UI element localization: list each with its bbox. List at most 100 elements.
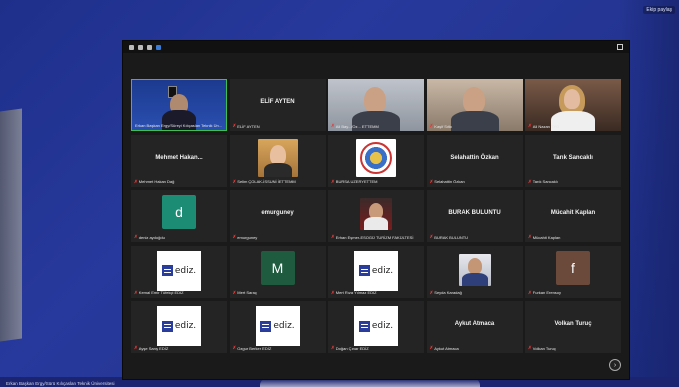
participant-name-label: Ozgur Berker EDİZ (237, 345, 272, 351)
mic-muted-icon: ✗ (331, 289, 335, 295)
participant-photo (360, 198, 392, 230)
participant-name-label: Doğan Çınar EDİZ (335, 345, 369, 351)
participant-tile[interactable]: ✗ Ali Nazan TYO (525, 79, 621, 131)
participant-photo (458, 253, 491, 286)
participant-label: ✗ deniz aydoğdu (134, 234, 165, 240)
participant-tile[interactable]: ✗ Erhan Eşmer-ESOGÜ TURİZM FAKÜLTESİ (328, 190, 424, 242)
participant-name-label: Kemal Emir Tüfekçi EDİZ (138, 290, 184, 295)
window-titlebar (123, 41, 629, 53)
participant-label: ✗ Mehmet Hakan Dağ (134, 179, 174, 185)
mic-muted-icon: ✗ (232, 234, 237, 239)
participant-label: ✗ Ozgur Berker EDİZ (233, 345, 272, 351)
participant-tile[interactable]: ediz. ✗ Doğan Çınar EDİZ (328, 301, 424, 353)
mic-muted-icon: ✗ (331, 123, 335, 128)
participant-tile[interactable]: emurguney ✗ emurguney (229, 190, 326, 242)
person-head (462, 87, 485, 113)
mic-muted-icon: ✗ (232, 289, 237, 295)
ediz-mark-icon (358, 320, 370, 332)
participant-tile[interactable]: Erkan Başkan Ergy/Süreyi Kılıçaslan Tekn… (131, 79, 227, 131)
participant-name-label: Erhan Eşmer-ESOGÜ TURİZM FAKÜLTESİ (335, 234, 414, 240)
participant-name-label: Kaşif Sıtkı (434, 123, 453, 129)
participant-label: ✗ Kemal Emir Tüfekçi EDİZ (134, 290, 184, 296)
fullscreen-icon[interactable] (617, 44, 623, 50)
ediz-logo: ediz. (354, 250, 398, 291)
participant-label: ✗ Aykut Atmaca (430, 345, 459, 351)
participant-display-name: ELİF AYTEN (260, 99, 295, 105)
participant-label: ✗ ELİF AYTEN (233, 123, 260, 129)
mic-muted-icon: ✗ (528, 345, 532, 350)
next-page-button[interactable]: › (609, 359, 621, 371)
participant-tile[interactable]: Mehmet Hakan... ✗ Mehmet Hakan Dağ (131, 134, 227, 187)
mic-muted-icon: ✗ (528, 123, 532, 128)
participant-tile[interactable]: ✗ Selim ÇOLAK-İSSUNİ İETTEMM (229, 134, 326, 187)
participant-label: ✗ Selim ÇOLAK-İSSUNİ İETTEMM (233, 179, 296, 185)
participant-tile[interactable]: Aykut Atmaca ✗ Aykut Atmaca (426, 301, 523, 353)
avatar-initial: M (260, 250, 295, 285)
ediz-logo-text: ediz. (273, 321, 295, 331)
participant-name-label: Tarık Sancaklı (532, 179, 558, 184)
ediz-mark-icon (161, 265, 173, 276)
mic-muted-icon: ✗ (528, 234, 532, 239)
person-body (450, 111, 499, 131)
mic-muted-icon: ✗ (232, 123, 237, 128)
participant-tile[interactable]: Tarık Sancaklı ✗ Tarık Sancaklı (525, 134, 621, 187)
participant-tile[interactable]: ediz. ✗ Kemal Emir Tüfekçi EDİZ (131, 245, 227, 298)
participant-label: ✗ emurguney (233, 234, 258, 240)
participant-name-label: ELİF AYTEN (237, 123, 260, 129)
participant-tile[interactable]: Volkan Turuç ✗ Volkan Turuç (525, 301, 621, 353)
participant-tile[interactable]: M ✗ Mert Saraç (229, 245, 326, 298)
chevron-right-icon: › (613, 361, 617, 369)
ediz-mark-icon (260, 320, 272, 332)
participant-label: ✗ BURAK BULUNTU (430, 234, 469, 240)
participant-tile[interactable]: Mücahit Kaplan ✗ Mücahit Kaplan (525, 190, 621, 242)
mic-muted-icon: ✗ (134, 178, 138, 184)
participant-tile[interactable]: BURAK BULUNTU ✗ BURAK BULUNTU (426, 190, 523, 242)
participant-tile[interactable]: ELİF AYTEN ✗ ELİF AYTEN (229, 79, 326, 131)
ediz-logo: ediz. (255, 306, 300, 346)
participant-tile[interactable]: ✗ BURSA UZERYETTEM (328, 134, 424, 187)
participant-tile[interactable]: f ✗ Furkan Erensoy (525, 245, 621, 298)
corner-tag: Ekip paylaş (643, 6, 675, 14)
participant-name-label: BURAK BULUNTU (434, 234, 469, 240)
participant-label: ✗ Mücahit Kaplan (528, 234, 560, 240)
participant-tile[interactable]: d ✗ deniz aydoğdu (131, 190, 227, 242)
participant-name-label: Mert Rıza Yılmaz EDİZ (335, 290, 377, 295)
mic-muted-icon: ✗ (429, 234, 434, 239)
bottom-light (260, 379, 480, 387)
person-head (564, 89, 580, 109)
shield-icon[interactable] (156, 44, 161, 50)
participant-label: ✗ Tarık Sancaklı (528, 179, 558, 185)
participant-name-label: BURSA UZERYETTEM (335, 179, 378, 184)
participant-label: Erkan Başkan Ergy/Süreyi Kılıçaslan Tekn… (135, 123, 222, 128)
participant-tile[interactable]: ediz. ✗ Ozgur Berker EDİZ (229, 301, 326, 353)
participant-tile[interactable]: ✗ Ali Bay.../Oz... ETTEMM (328, 79, 424, 131)
participant-label: ✗ Ayşe Sarış EDİZ (134, 345, 168, 351)
ediz-logo: ediz. (354, 306, 398, 346)
ediz-logo-text: ediz. (174, 265, 197, 276)
participant-label: ✗ Ali Bay.../Oz... ETTEMM (331, 123, 379, 129)
participant-display-name: Tarık Sancaklı (553, 154, 593, 161)
participant-label: ✗ BURSA UZERYETTEM (331, 179, 378, 185)
avatar-initial: f (556, 250, 590, 285)
participant-seal-image (356, 138, 396, 177)
participant-name-label: Ayşe Sarış EDİZ (138, 345, 169, 351)
mic-muted-icon: ✗ (528, 178, 532, 184)
window-close-icon[interactable] (129, 44, 134, 50)
window-maximize-icon[interactable] (147, 44, 152, 50)
mic-muted-icon: ✗ (429, 123, 434, 128)
participant-tile[interactable]: ✗ Kaşif Sıtkı (426, 79, 523, 131)
participant-display-name: Aykut Atmaca (454, 321, 495, 327)
participant-tile[interactable]: ediz. ✗ Ayşe Sarış EDİZ (131, 301, 227, 353)
participant-tile[interactable]: ✗ Seyda Karadağ (426, 245, 523, 298)
participant-name-label: Furkan Erensoy (532, 290, 562, 295)
participant-name-label: Mert Saraç (237, 290, 257, 295)
mic-muted-icon: ✗ (429, 178, 434, 184)
ediz-logo: ediz. (157, 306, 201, 346)
participant-name-label: Ali Nazan TYO (532, 123, 560, 129)
mic-muted-icon: ✗ (331, 178, 335, 184)
window-minimize-icon[interactable] (138, 44, 143, 50)
participant-tile[interactable]: Selahattin Özkan ✗ Selahattin Özkan (426, 134, 523, 187)
participant-display-name: emurguney (261, 210, 294, 216)
participant-label: ✗ Kaşif Sıtkı (430, 123, 453, 129)
participant-tile[interactable]: ediz. ✗ Mert Rıza Yılmaz EDİZ (328, 245, 424, 298)
